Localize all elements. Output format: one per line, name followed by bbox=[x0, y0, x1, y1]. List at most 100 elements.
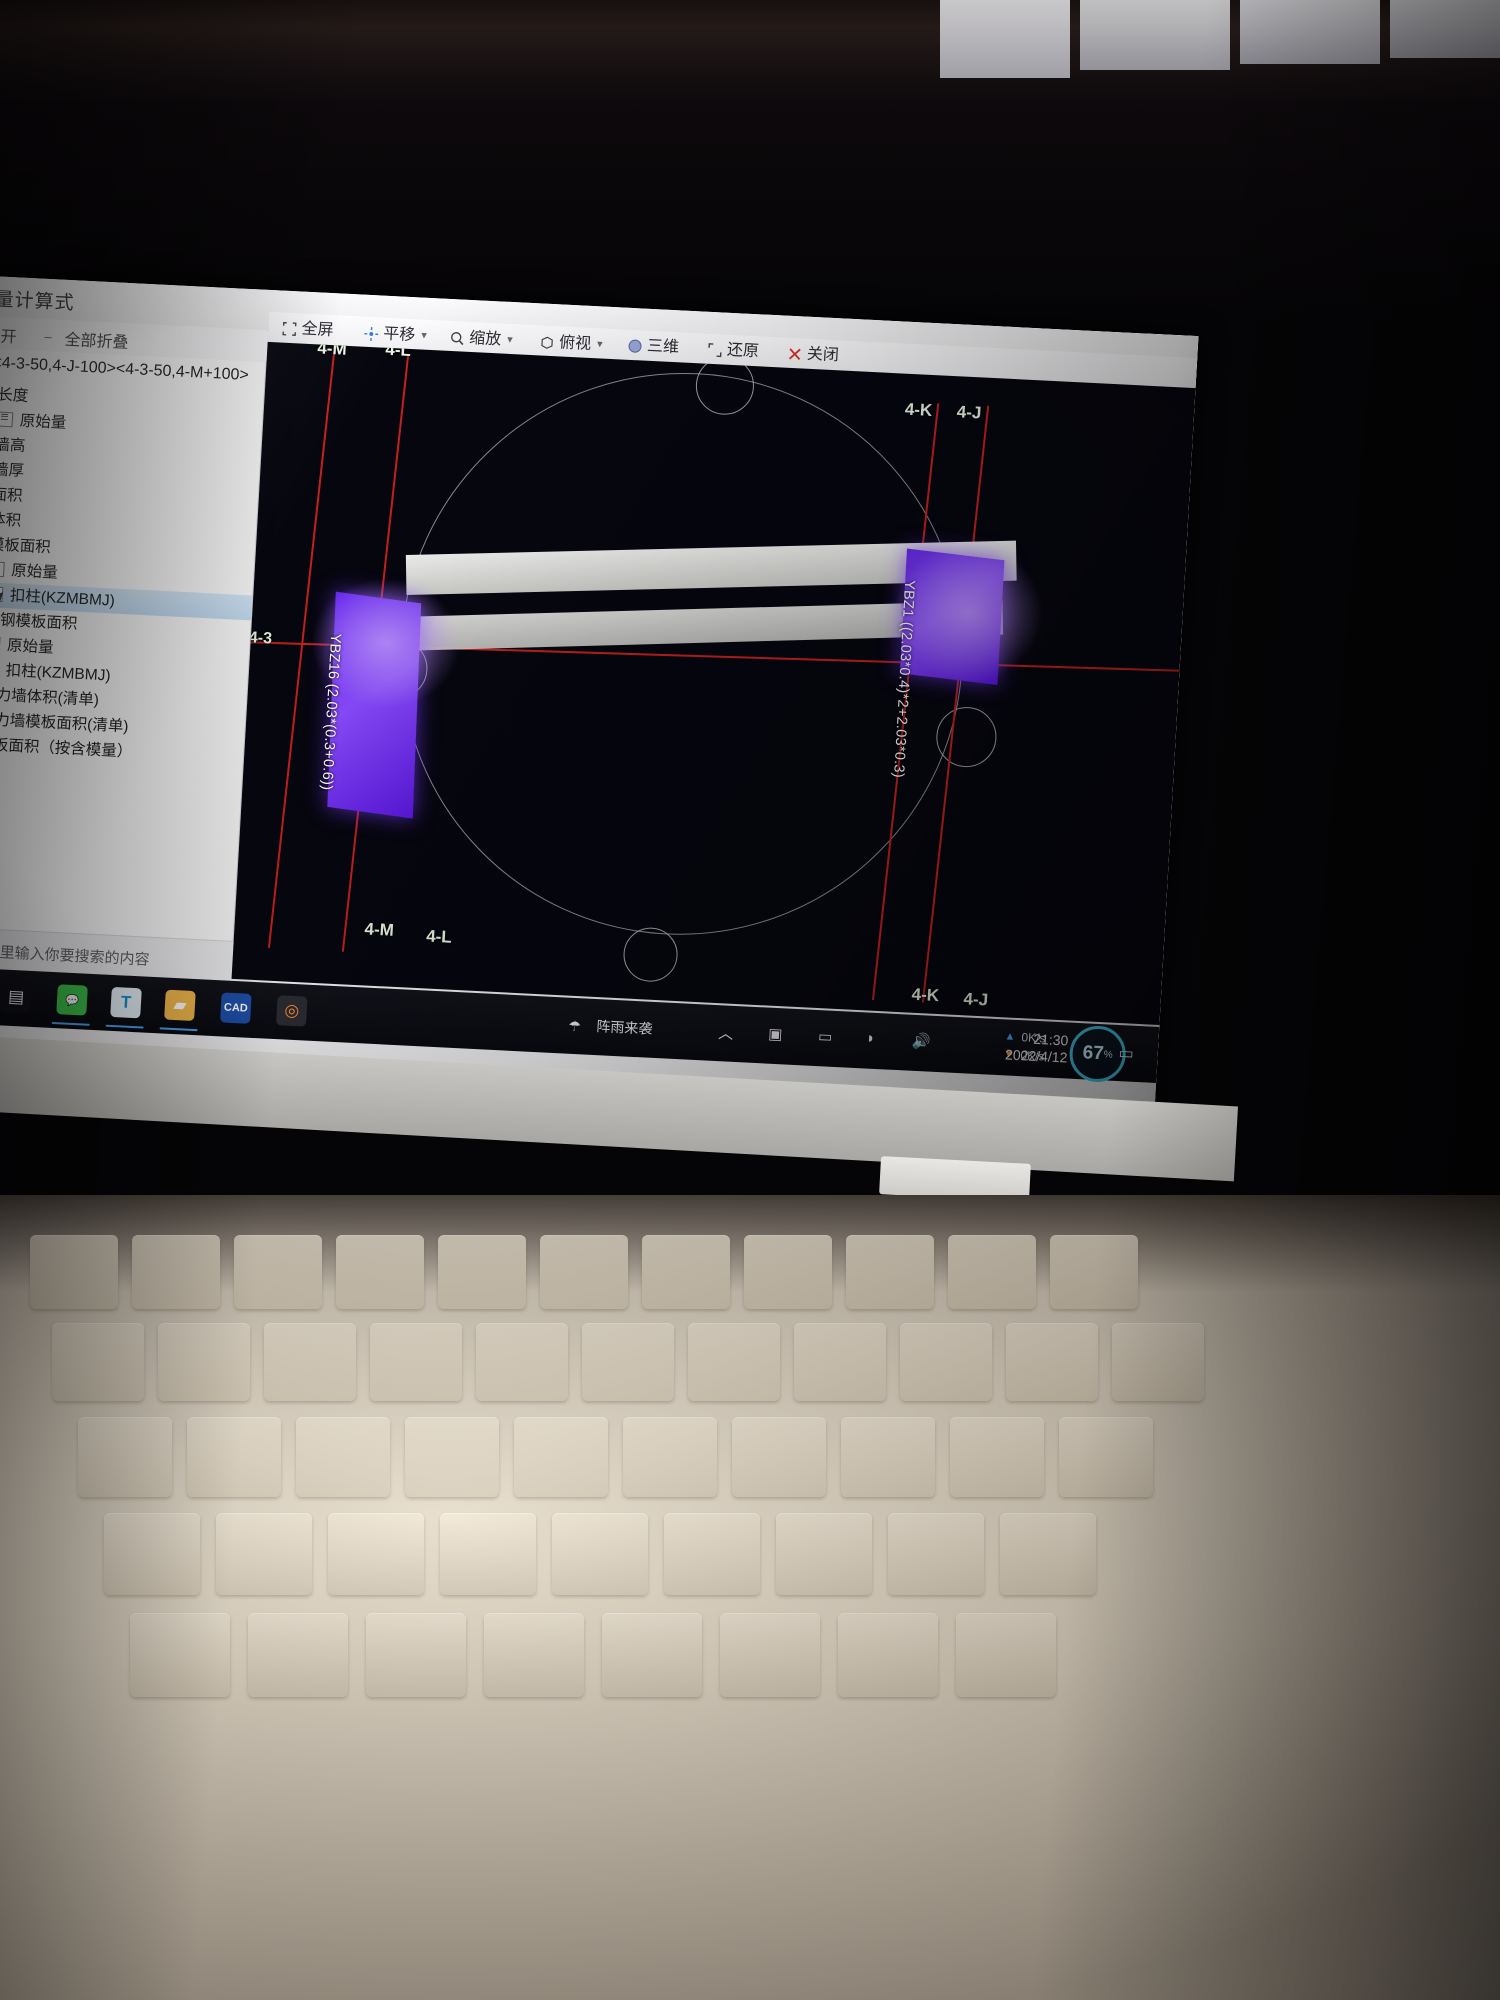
keyboard-key[interactable] bbox=[900, 1323, 992, 1401]
keyboard-key[interactable] bbox=[688, 1323, 780, 1401]
viewer-tool-zoom[interactable]: 缩放 ▾ bbox=[450, 326, 514, 351]
keyboard-key[interactable] bbox=[248, 1613, 348, 1697]
volume-icon-glyph: 🔊 bbox=[911, 1032, 932, 1051]
screenshot-icon-glyph: ▣ bbox=[767, 1025, 783, 1044]
keyboard-key[interactable] bbox=[476, 1323, 568, 1401]
task-view-icon[interactable]: ▤ bbox=[0, 981, 32, 1013]
viewer-tool-pan[interactable]: 平移 ▾ bbox=[364, 322, 428, 347]
tree-node-label: 剪力墙模板面积(清单) bbox=[0, 710, 129, 736]
keyboard-key[interactable] bbox=[1059, 1417, 1153, 1497]
keyboard-key[interactable] bbox=[366, 1613, 466, 1697]
photo-scene: 程量计算式 部展开 – 全部折叠 Q2<4-3-50,4-J-100><4-3-… bbox=[0, 0, 1500, 2000]
grid-label-top-4-J: 4-J bbox=[956, 402, 982, 423]
keyboard-key[interactable] bbox=[846, 1235, 934, 1309]
keyboard-key[interactable] bbox=[552, 1513, 648, 1595]
keyboard-key[interactable] bbox=[582, 1323, 674, 1401]
expand-all-button[interactable]: 部展开 bbox=[0, 321, 17, 347]
tree-node-label: 剪力墙体积(清单) bbox=[0, 686, 100, 709]
weather-text[interactable]: 阵雨来袭 bbox=[596, 1016, 653, 1039]
screenshot-icon[interactable]: ▣ bbox=[768, 1025, 783, 1044]
keyboard-key[interactable] bbox=[540, 1235, 628, 1309]
keyboard-key[interactable] bbox=[130, 1613, 230, 1697]
keyboard-key[interactable] bbox=[158, 1323, 250, 1401]
keyboard-key[interactable] bbox=[405, 1417, 499, 1497]
percent-unit: % bbox=[1103, 1048, 1113, 1061]
keyboard-key[interactable] bbox=[484, 1613, 584, 1697]
window-blind bbox=[940, 0, 1070, 78]
keyboard-key[interactable] bbox=[440, 1513, 536, 1595]
viewer-tool-topview[interactable]: 俯视 ▾ bbox=[540, 330, 604, 355]
keyboard-key[interactable] bbox=[776, 1513, 872, 1595]
keyboard-key[interactable] bbox=[950, 1417, 1044, 1497]
wechat-icon[interactable]: 💬 bbox=[56, 984, 88, 1016]
keyboard-key[interactable] bbox=[296, 1417, 390, 1497]
keyboard-key[interactable] bbox=[216, 1513, 312, 1595]
chevron-down-icon[interactable]: ▾ bbox=[596, 333, 603, 355]
reference-circle-small bbox=[934, 705, 999, 769]
viewer-tool-label: 还原 bbox=[726, 341, 760, 361]
umbrella-icon: ☂ bbox=[567, 1017, 582, 1035]
viewer-tool-fullscreen[interactable]: 全屏 bbox=[282, 318, 334, 343]
file-explorer-icon[interactable]: ▰ bbox=[164, 989, 196, 1022]
keyboard-key[interactable] bbox=[104, 1513, 200, 1595]
viewer-tool-three-d[interactable]: 三维 bbox=[627, 335, 680, 360]
keyboard-key[interactable] bbox=[370, 1323, 462, 1401]
keyboard-key[interactable] bbox=[234, 1235, 322, 1309]
keyboard-key[interactable] bbox=[948, 1235, 1036, 1309]
viewer-tool-close[interactable]: 关闭 bbox=[787, 343, 839, 368]
folder-tray-icon[interactable]: ▭ bbox=[818, 1027, 833, 1046]
taskbar-clock[interactable]: 21:30 2022/4/12 bbox=[1005, 1029, 1069, 1066]
keyboard-key[interactable] bbox=[732, 1417, 826, 1497]
window-blind bbox=[1390, 0, 1500, 58]
keyboard-key[interactable] bbox=[30, 1235, 118, 1309]
keyboard-key[interactable] bbox=[1006, 1323, 1098, 1401]
keyboard-key[interactable] bbox=[956, 1613, 1056, 1697]
keyboard-key[interactable] bbox=[78, 1417, 172, 1497]
keyboard-key[interactable] bbox=[838, 1613, 938, 1697]
mouse-cursor bbox=[0, 592, 7, 605]
keyboard-key[interactable] bbox=[52, 1323, 144, 1401]
three-d-viewport[interactable]: YBZ16 (2.03*(0.3+0.6)) YBZ1 ((2.03*0.4)*… bbox=[231, 341, 1196, 1026]
keyboard-key[interactable] bbox=[602, 1613, 702, 1697]
minus-icon: – bbox=[44, 328, 53, 345]
viewer-tool-label: 关闭 bbox=[806, 345, 840, 365]
tencent-meeting-icon[interactable]: T bbox=[110, 986, 142, 1019]
clock-date: 2022/4/12 bbox=[1004, 1046, 1068, 1066]
viewport-canvas: YBZ16 (2.03*(0.3+0.6)) YBZ1 ((2.03*0.4)*… bbox=[232, 342, 1196, 1025]
search-input[interactable]: 在这里输入你要搜索的内容 bbox=[0, 940, 150, 970]
keyboard-key[interactable] bbox=[623, 1417, 717, 1497]
keyboard-key[interactable] bbox=[1112, 1323, 1204, 1401]
cad-icon[interactable]: CAD bbox=[220, 992, 252, 1024]
formula-tree[interactable]: 长度 原始量 墙高 墙厚 面积 体积 模板面积 原始量 扣柱(KZMBMJ) 大钢模板面积 原始量扣… bbox=[0, 381, 264, 770]
chevron-down-icon[interactable]: ▾ bbox=[421, 325, 428, 347]
volume-icon[interactable]: 🔊 bbox=[912, 1032, 932, 1051]
show-hidden-icons[interactable]: ︿ bbox=[718, 1022, 734, 1044]
grid-label-left-4-3: 4-3 bbox=[248, 629, 273, 648]
keyboard-key[interactable] bbox=[328, 1513, 424, 1595]
keyboard-key[interactable] bbox=[1000, 1513, 1096, 1595]
wifi-icon[interactable]: ◗ bbox=[866, 1029, 876, 1046]
viewer-tool-restore[interactable]: 还原 bbox=[707, 339, 759, 364]
keyboard-key[interactable] bbox=[1050, 1235, 1138, 1309]
keyboard-key[interactable] bbox=[438, 1235, 526, 1309]
chevron-down-icon[interactable]: ▾ bbox=[507, 329, 514, 351]
keyboard-key[interactable] bbox=[794, 1323, 886, 1401]
media-player-icon[interactable]: ◎ bbox=[275, 995, 308, 1027]
keyboard-key[interactable] bbox=[664, 1513, 760, 1595]
keyboard-key[interactable] bbox=[642, 1235, 730, 1309]
tree-node-label: 扣柱(KZMBMJ) bbox=[9, 587, 116, 610]
keyboard-key[interactable] bbox=[187, 1417, 281, 1497]
keyboard-key[interactable] bbox=[514, 1417, 608, 1497]
viewer-tool-label: 三维 bbox=[646, 337, 680, 357]
keyboard-key[interactable] bbox=[336, 1235, 424, 1309]
keyboard-key[interactable] bbox=[720, 1613, 820, 1697]
notification-icon[interactable]: ▭ bbox=[1118, 1043, 1134, 1064]
keyboard-key[interactable] bbox=[888, 1513, 984, 1595]
keyboard-key[interactable] bbox=[744, 1235, 832, 1309]
collapse-all-button[interactable]: 全部折叠 bbox=[64, 326, 129, 353]
viewer-tool-label: 缩放 bbox=[468, 329, 502, 349]
viewer-tool-label: 俯视 bbox=[558, 334, 592, 353]
keyboard-key[interactable] bbox=[264, 1323, 356, 1401]
keyboard-key[interactable] bbox=[841, 1417, 935, 1497]
keyboard-key[interactable] bbox=[132, 1235, 220, 1309]
